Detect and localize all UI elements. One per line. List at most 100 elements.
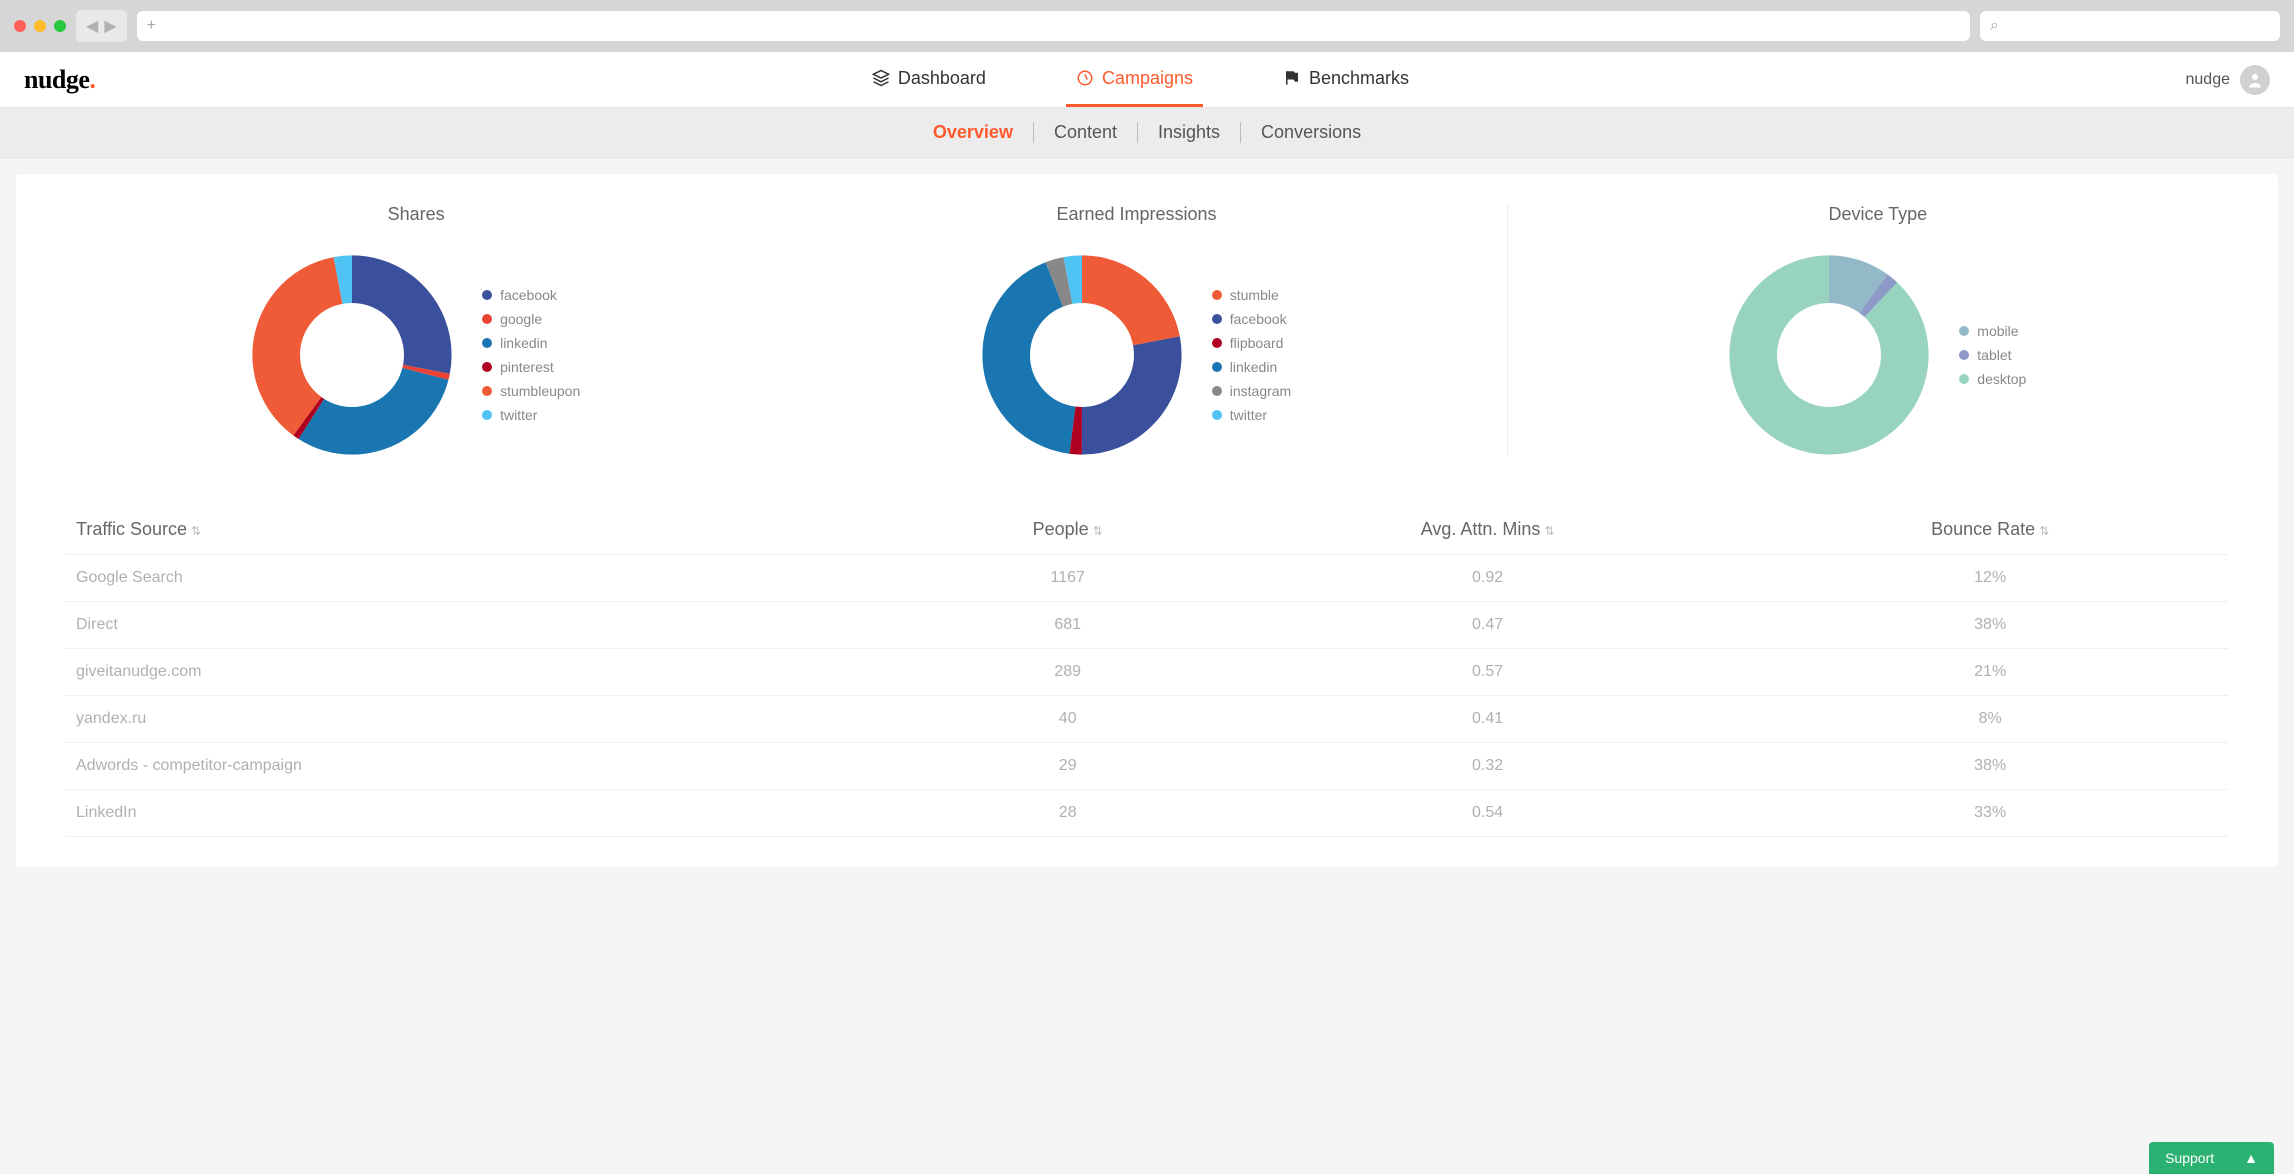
- legend-item: linkedin: [1212, 359, 1291, 375]
- cell-bounce: 8%: [1752, 696, 2228, 743]
- back-icon[interactable]: ◀: [86, 16, 98, 36]
- legend-label: stumble: [1230, 287, 1279, 303]
- browser-search[interactable]: ⌕: [1980, 11, 2280, 41]
- legend-earned: stumblefacebookflipboardlinkedininstagra…: [1212, 287, 1291, 423]
- table-row: Adwords - competitor-campaign290.3238%: [66, 743, 2228, 790]
- th-source[interactable]: Traffic Source⇅: [66, 505, 913, 555]
- th-bounce[interactable]: Bounce Rate ⇅: [1752, 505, 2228, 555]
- table-row: LinkedIn280.5433%: [66, 790, 2228, 837]
- sort-icon: ⇅: [1093, 524, 1103, 538]
- cell-attn: 0.47: [1223, 602, 1753, 649]
- legend-item: google: [482, 311, 580, 327]
- cell-attn: 0.57: [1223, 649, 1753, 696]
- th-source-label: Traffic Source: [76, 519, 187, 539]
- legend-item: pinterest: [482, 359, 580, 375]
- th-bounce-label: Bounce Rate: [1931, 519, 2035, 539]
- top-nav: nudge Dashboard Campaigns Benchmarks nud…: [0, 52, 2294, 108]
- legend-dot-icon: [1212, 386, 1222, 396]
- layers-icon: [872, 69, 890, 87]
- chart-device: Device Type mobiletabletdesktop: [1507, 204, 2228, 455]
- minimize-window-icon[interactable]: [34, 20, 46, 32]
- cell-attn: 0.41: [1223, 696, 1753, 743]
- legend-dot-icon: [1959, 350, 1969, 360]
- legend-item: mobile: [1959, 323, 2026, 339]
- table-row: Direct6810.4738%: [66, 602, 2228, 649]
- cell-source: Google Search: [66, 555, 913, 602]
- legend-dot-icon: [482, 338, 492, 348]
- legend-item: desktop: [1959, 371, 2026, 387]
- legend-label: stumbleupon: [500, 383, 580, 399]
- legend-item: stumbleupon: [482, 383, 580, 399]
- cell-bounce: 33%: [1752, 790, 2228, 837]
- sort-icon: ⇅: [1544, 524, 1554, 538]
- chart-shares-title: Shares: [66, 204, 766, 225]
- cell-people: 28: [913, 790, 1223, 837]
- legend-dot-icon: [482, 410, 492, 420]
- th-attn[interactable]: Avg. Attn. Mins⇅: [1223, 505, 1753, 555]
- url-bar[interactable]: +: [137, 11, 1970, 41]
- cell-attn: 0.54: [1223, 790, 1753, 837]
- chart-earned-title: Earned Impressions: [786, 204, 1486, 225]
- legend-label: linkedin: [1230, 359, 1277, 375]
- legend-label: desktop: [1977, 371, 2026, 387]
- subnav-overview[interactable]: Overview: [913, 122, 1034, 143]
- traffic-table: Traffic Source⇅ People⇅ Avg. Attn. Mins⇅…: [66, 505, 2228, 837]
- window-controls: [14, 20, 66, 32]
- cell-source: Direct: [66, 602, 913, 649]
- cell-source: giveitanudge.com: [66, 649, 913, 696]
- user-menu[interactable]: nudge: [2186, 65, 2271, 95]
- cell-people: 1167: [913, 555, 1223, 602]
- legend-item: facebook: [482, 287, 580, 303]
- legend-label: facebook: [1230, 311, 1287, 327]
- legend-dot-icon: [1959, 374, 1969, 384]
- legend-dot-icon: [1959, 326, 1969, 336]
- legend-dot-icon: [482, 386, 492, 396]
- cell-source: Adwords - competitor-campaign: [66, 743, 913, 790]
- close-window-icon[interactable]: [14, 20, 26, 32]
- legend-dot-icon: [482, 290, 492, 300]
- cell-source: LinkedIn: [66, 790, 913, 837]
- cell-people: 681: [913, 602, 1223, 649]
- cell-bounce: 12%: [1752, 555, 2228, 602]
- legend-device: mobiletabletdesktop: [1959, 323, 2026, 387]
- content-area: Shares facebook google linkedin pinterest st…: [16, 174, 2278, 867]
- subnav-conversions[interactable]: Conversions: [1241, 122, 1381, 143]
- support-button[interactable]: Support ▲: [2149, 1142, 2274, 1174]
- flag-icon: [1283, 69, 1301, 87]
- donut-earned: [982, 255, 1182, 455]
- nav-campaigns[interactable]: Campaigns: [1066, 52, 1203, 107]
- legend-dot-icon: [1212, 410, 1222, 420]
- cell-bounce: 38%: [1752, 743, 2228, 790]
- legend-item: linkedin: [482, 335, 580, 351]
- legend-label: mobile: [1977, 323, 2018, 339]
- cell-bounce: 21%: [1752, 649, 2228, 696]
- legend-label: twitter: [500, 407, 537, 423]
- logo[interactable]: nudge: [24, 65, 95, 95]
- cell-people: 40: [913, 696, 1223, 743]
- legend-dot-icon: [1212, 338, 1222, 348]
- browser-nav-arrows[interactable]: ◀ ▶: [76, 10, 127, 42]
- browser-chrome: ◀ ▶ + ⌕: [0, 0, 2294, 52]
- legend-item: twitter: [482, 407, 580, 423]
- forward-icon[interactable]: ▶: [104, 16, 116, 36]
- chevron-up-icon: ▲: [2244, 1150, 2258, 1166]
- nav-dashboard-label: Dashboard: [898, 68, 986, 89]
- nav-benchmarks[interactable]: Benchmarks: [1273, 52, 1419, 107]
- search-icon: ⌕: [1990, 17, 1999, 35]
- subnav-insights[interactable]: Insights: [1138, 122, 1241, 143]
- subnav-content[interactable]: Content: [1034, 122, 1138, 143]
- legend-item: stumble: [1212, 287, 1291, 303]
- sort-icon: ⇅: [2039, 524, 2049, 538]
- legend-item: instagram: [1212, 383, 1291, 399]
- legend-label: twitter: [1230, 407, 1267, 423]
- donut-device: [1729, 255, 1929, 455]
- maximize-window-icon[interactable]: [54, 20, 66, 32]
- cell-people: 289: [913, 649, 1223, 696]
- subnav: Overview Content Insights Conversions: [0, 108, 2294, 158]
- cell-bounce: 38%: [1752, 602, 2228, 649]
- legend-dot-icon: [1212, 314, 1222, 324]
- nav-dashboard[interactable]: Dashboard: [862, 52, 996, 107]
- cell-people: 29: [913, 743, 1223, 790]
- th-people[interactable]: People⇅: [913, 505, 1223, 555]
- donut-shares: [252, 255, 452, 455]
